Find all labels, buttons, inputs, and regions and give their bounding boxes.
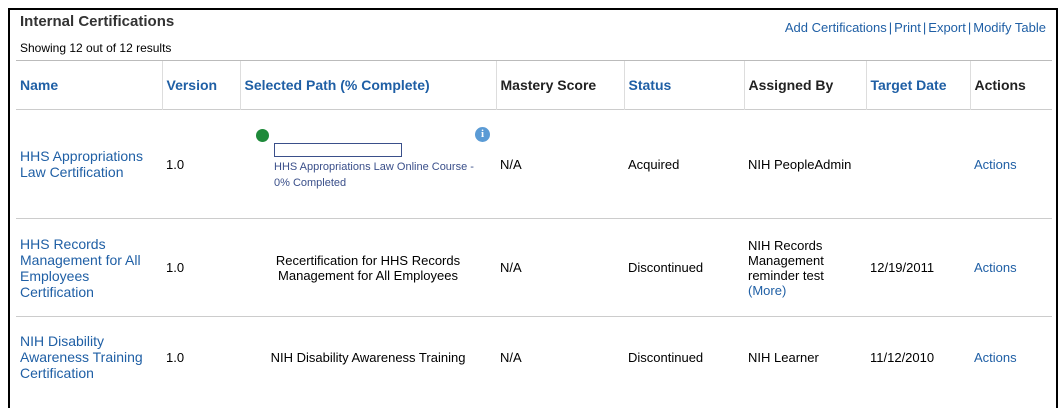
row-actions-link[interactable]: Actions (974, 260, 1017, 275)
column-header-target-date[interactable]: Target Date (865, 60, 970, 110)
table-row: HHS Records Management for All Employees… (16, 218, 1052, 317)
mastery-cell: N/A (496, 218, 624, 317)
certification-name-link[interactable]: HHS Records Management for All Employees… (20, 236, 158, 300)
table-row: NIH Disability Awareness Training Certif… (16, 316, 1052, 397)
export-link[interactable]: Export (928, 20, 966, 35)
column-header-path[interactable]: Selected Path (% Complete) (239, 60, 496, 110)
more-link[interactable]: (More) (748, 283, 862, 298)
column-header-name[interactable]: Name (16, 60, 162, 110)
path-progress-link[interactable]: HHS Appropriations Law Online Course - 0… (274, 159, 474, 191)
status-cell: Acquired (624, 109, 744, 219)
path-cell: Recertification for HHS Records Manageme… (240, 218, 496, 317)
certification-name-link[interactable]: HHS Appropriations Law Certification (20, 148, 158, 180)
assigned-by-cell: NIH Learner (744, 316, 866, 397)
panel-title: Internal Certifications (20, 13, 175, 30)
add-certifications-link[interactable]: Add Certifications (785, 20, 887, 35)
target-date-cell (866, 109, 970, 219)
print-link[interactable]: Print (894, 20, 921, 35)
mastery-cell: N/A (496, 109, 624, 219)
status-cell: Discontinued (624, 316, 744, 397)
info-icon[interactable]: i (475, 127, 490, 142)
column-header-assigned-by: Assigned By (743, 60, 866, 110)
column-header-mastery: Mastery Score (495, 60, 624, 110)
panel-actions: Add Certifications | Print | Export | Modify T… (785, 20, 1046, 35)
result-count: Showing 12 out of 12 results (20, 41, 172, 55)
table-header-row: Name Version Selected Path (% Complete) … (16, 60, 1052, 110)
certifications-table: Name Version Selected Path (% Complete) … (16, 60, 1052, 397)
status-dot-icon (256, 129, 269, 142)
path-cell: i HHS Appropriations Law Online Course -… (240, 109, 496, 219)
certifications-panel: Internal Certifications Showing 12 out o… (8, 8, 1058, 408)
assigned-by-text: NIH Records Management reminder test (748, 237, 824, 283)
modify-table-link[interactable]: Modify Table (973, 20, 1046, 35)
status-cell: Discontinued (624, 218, 744, 317)
column-header-version[interactable]: Version (161, 60, 240, 110)
row-actions-link[interactable]: Actions (974, 350, 1017, 365)
path-cell: NIH Disability Awareness Training (240, 316, 496, 397)
certification-name-link[interactable]: NIH Disability Awareness Training Certif… (20, 333, 158, 381)
table-row: HHS Appropriations Law Certification 1.0… (16, 109, 1052, 219)
target-date-cell: 12/19/2011 (866, 218, 970, 317)
row-actions-link[interactable]: Actions (974, 157, 1017, 172)
mastery-cell: N/A (496, 316, 624, 397)
version-cell: 1.0 (162, 109, 240, 219)
path-progress-bar (274, 143, 402, 157)
version-cell: 1.0 (162, 316, 240, 397)
column-header-actions: Actions (969, 60, 1052, 110)
version-cell: 1.0 (162, 218, 240, 317)
column-header-status[interactable]: Status (623, 60, 744, 110)
assigned-by-cell: NIH Records Management reminder test (Mo… (744, 218, 866, 317)
assigned-by-cell: NIH PeopleAdmin (744, 109, 866, 219)
target-date-cell: 11/12/2010 (866, 316, 970, 397)
